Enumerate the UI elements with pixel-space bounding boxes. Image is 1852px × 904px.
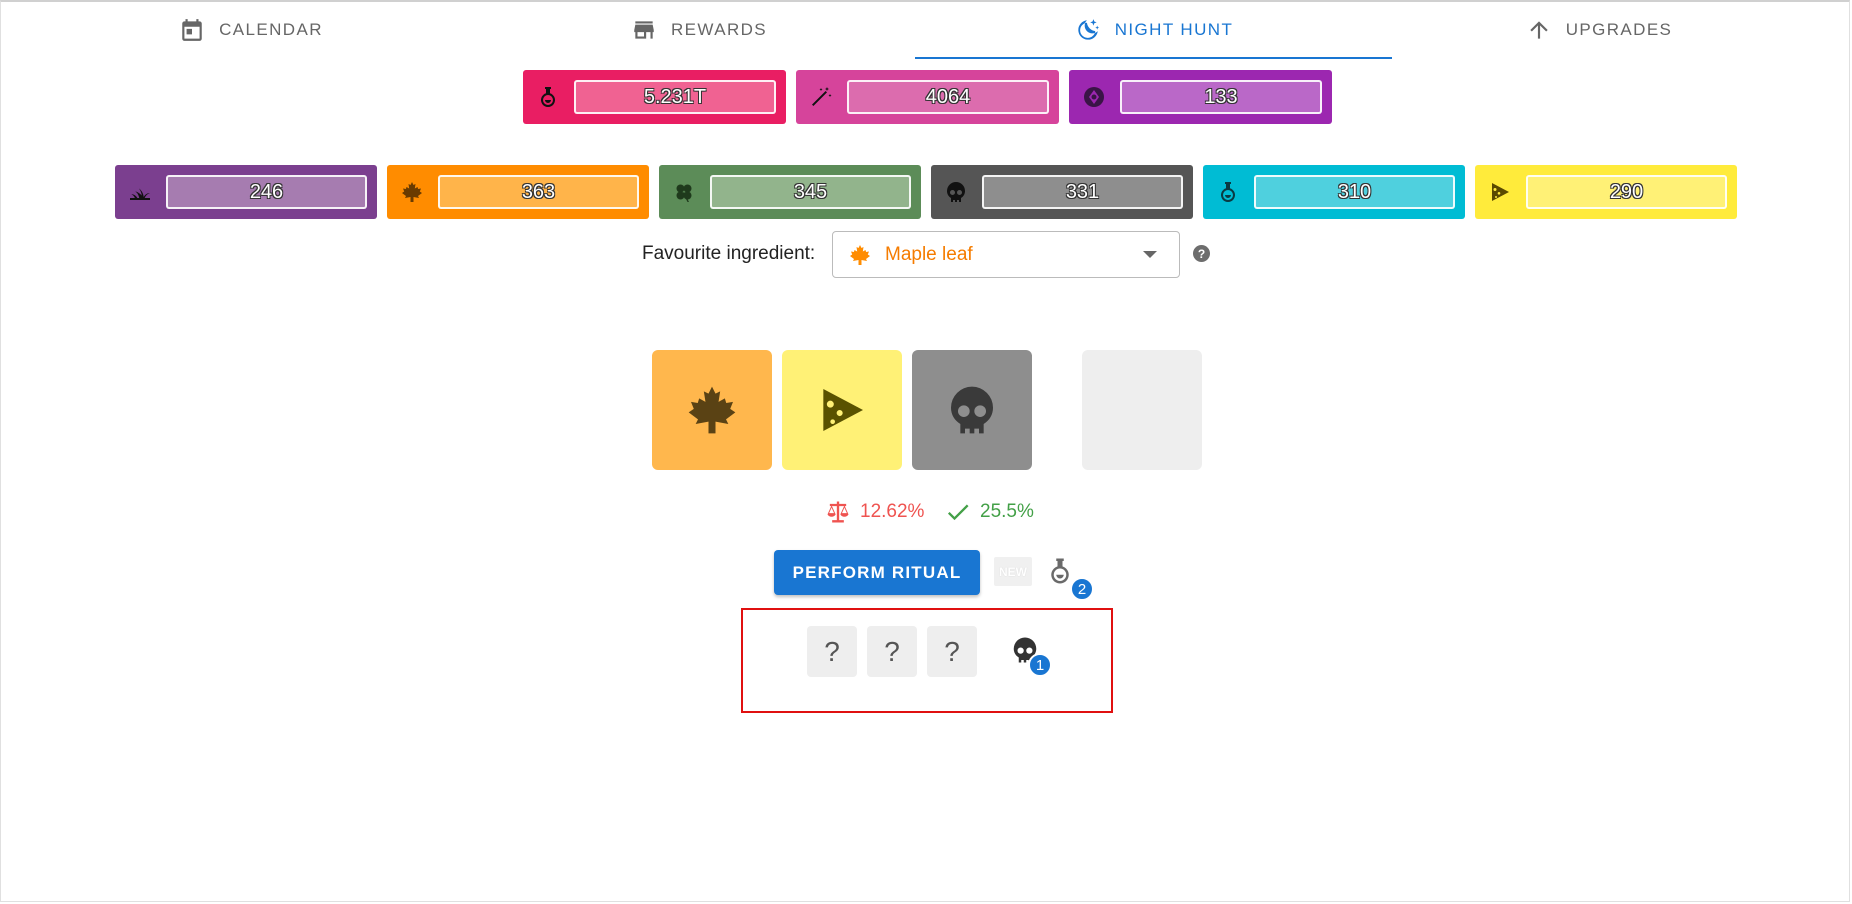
maple-leaf-icon	[402, 182, 422, 202]
maple-leaf-icon	[850, 244, 870, 265]
ingredient-currency-row: 246 363 345 331 310 290	[115, 165, 1737, 219]
currency-skull: 331	[931, 165, 1193, 219]
flask-count-badge: 2	[1070, 577, 1094, 601]
skull-count-badge: 1	[1028, 653, 1052, 677]
gem-circle-icon	[1084, 87, 1104, 107]
unknown-ingredient-3: ?	[927, 626, 977, 677]
balance-value: 12.62%	[860, 501, 925, 522]
tab-night-hunt-label: Night hunt	[1114, 20, 1234, 39]
tab-calendar-label: Calendar	[219, 20, 323, 39]
tab-calendar[interactable]: Calendar	[12, 2, 490, 58]
scale-icon	[827, 501, 849, 523]
currency-wand: 4064	[796, 70, 1059, 124]
currency-cheese-value: 290	[1526, 175, 1727, 209]
chevron-down-icon	[1143, 251, 1157, 258]
currency-gem-value: 133	[1120, 80, 1322, 114]
currency-grass-value: 246	[166, 175, 367, 209]
success-stat: 25.5%	[944, 498, 1034, 526]
currency-clover: 345	[659, 165, 921, 219]
ingredient-slot-empty[interactable]	[1082, 350, 1202, 470]
tab-upgrades[interactable]: Upgrades	[1360, 2, 1838, 58]
arrow-up-icon	[1530, 21, 1548, 39]
check-icon	[947, 504, 969, 521]
tab-bar: Calendar Rewards Night hunt Upgrades	[0, 2, 1852, 60]
favourite-ingredient-select[interactable]: Maple leaf	[832, 231, 1180, 278]
currency-clover-value: 345	[710, 175, 911, 209]
currency-potion: 5.231T	[523, 70, 786, 124]
currency-wand-value: 4064	[847, 80, 1049, 114]
recipe-skull: 1	[1010, 635, 1052, 677]
balance-stat: 12.62%	[824, 498, 924, 526]
tab-upgrades-label: Upgrades	[1565, 20, 1673, 39]
currency-skull-value: 331	[982, 175, 1183, 209]
unknown-ingredient-2: ?	[867, 626, 917, 677]
currency-maple: 363	[387, 165, 649, 219]
active-tab-indicator	[915, 57, 1392, 59]
currency-gem: 133	[1069, 70, 1332, 124]
ingredient-slot-3[interactable]	[912, 350, 1032, 470]
new-badge: NEW	[994, 557, 1032, 586]
moon-stars-icon	[1078, 19, 1099, 40]
currency-grass: 246	[115, 165, 377, 219]
perform-ritual-button[interactable]: Perform ritual	[774, 550, 980, 595]
flask-icon	[1221, 182, 1235, 203]
success-value: 25.5%	[980, 501, 1034, 522]
store-icon	[634, 21, 654, 39]
currency-flask: 310	[1203, 165, 1465, 219]
cheese-icon	[1492, 183, 1509, 201]
cheese-icon	[823, 389, 863, 431]
potion-icon	[541, 87, 555, 108]
favourite-ingredient-label: Favourite ingredient:	[642, 243, 816, 264]
ingredient-slot-2[interactable]	[782, 350, 902, 470]
currency-maple-value: 363	[438, 175, 639, 209]
currency-flask-value: 310	[1254, 175, 1455, 209]
primary-currency-row: 5.231T 4064 133	[523, 70, 1332, 124]
magic-wand-icon	[812, 87, 832, 106]
tab-rewards[interactable]: Rewards	[460, 2, 938, 58]
flask-button[interactable]: 2	[1045, 552, 1094, 601]
currency-potion-value: 5.231T	[574, 80, 776, 114]
skull-icon	[951, 386, 993, 434]
currency-cheese: 290	[1475, 165, 1737, 219]
calendar-icon	[182, 19, 202, 41]
tab-rewards-label: Rewards	[670, 20, 768, 39]
grass-icon	[130, 188, 150, 200]
unknown-ingredient-1: ?	[807, 626, 857, 677]
tab-night-hunt[interactable]: Night hunt	[915, 2, 1393, 58]
clover-icon	[676, 184, 692, 202]
favourite-ingredient-value: Maple leaf	[885, 243, 973, 265]
skull-icon	[947, 182, 965, 202]
help-icon[interactable]: ?	[1193, 245, 1210, 262]
maple-leaf-icon	[688, 386, 736, 434]
ingredient-slot-1[interactable]	[652, 350, 772, 470]
